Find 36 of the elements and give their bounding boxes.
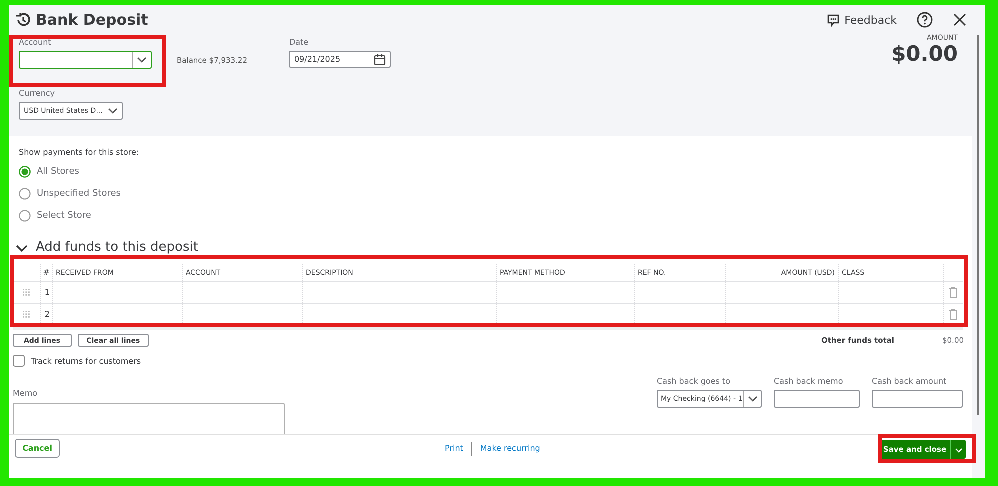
checkbox-option[interactable]: Track returns for customers [13, 355, 972, 367]
section-title: Add funds to this deposit [36, 240, 198, 255]
scrollbar[interactable] [972, 5, 985, 478]
link[interactable]: Make recurring [480, 444, 540, 453]
radio-option[interactable]: All Stores [19, 165, 972, 179]
row-number: 2 [40, 304, 52, 325]
chat-icon [826, 14, 840, 26]
radio-option[interactable]: Unspecified Stores [19, 187, 972, 201]
radio-option[interactable]: Select Store [19, 209, 972, 223]
field-label: Cash back memo [774, 377, 844, 386]
text-field[interactable] [872, 390, 963, 408]
help-icon[interactable] [917, 12, 933, 28]
history-icon [15, 12, 31, 28]
drag-handle-icon [23, 311, 30, 318]
dropdown-button[interactable] [950, 440, 966, 459]
radio-group-label: Show payments for this store: [19, 148, 140, 157]
field-label: Date [289, 38, 309, 47]
field-label: Cash back goes to [657, 377, 730, 386]
text-field[interactable] [774, 390, 860, 408]
field-label: Cash back amount [872, 377, 947, 386]
window-title: Bank Deposit [36, 11, 148, 29]
field-label: Memo [13, 389, 38, 398]
field-label: Currency [19, 89, 56, 98]
feedback-button[interactable]: Feedback [826, 14, 897, 26]
trash-icon[interactable] [949, 309, 958, 320]
account-dropdown[interactable] [19, 51, 152, 69]
row-number: 1 [40, 282, 52, 303]
calendar-icon [374, 54, 386, 66]
close-icon[interactable] [953, 13, 967, 27]
field-label: Account [19, 38, 52, 47]
column-header: # [40, 264, 52, 281]
date-field[interactable]: 09/21/2025 [289, 51, 392, 68]
trash-icon[interactable] [949, 287, 958, 298]
drag-handle-icon [23, 289, 30, 296]
amount-value: $0.00 [892, 42, 958, 66]
link[interactable]: Print [445, 444, 464, 453]
